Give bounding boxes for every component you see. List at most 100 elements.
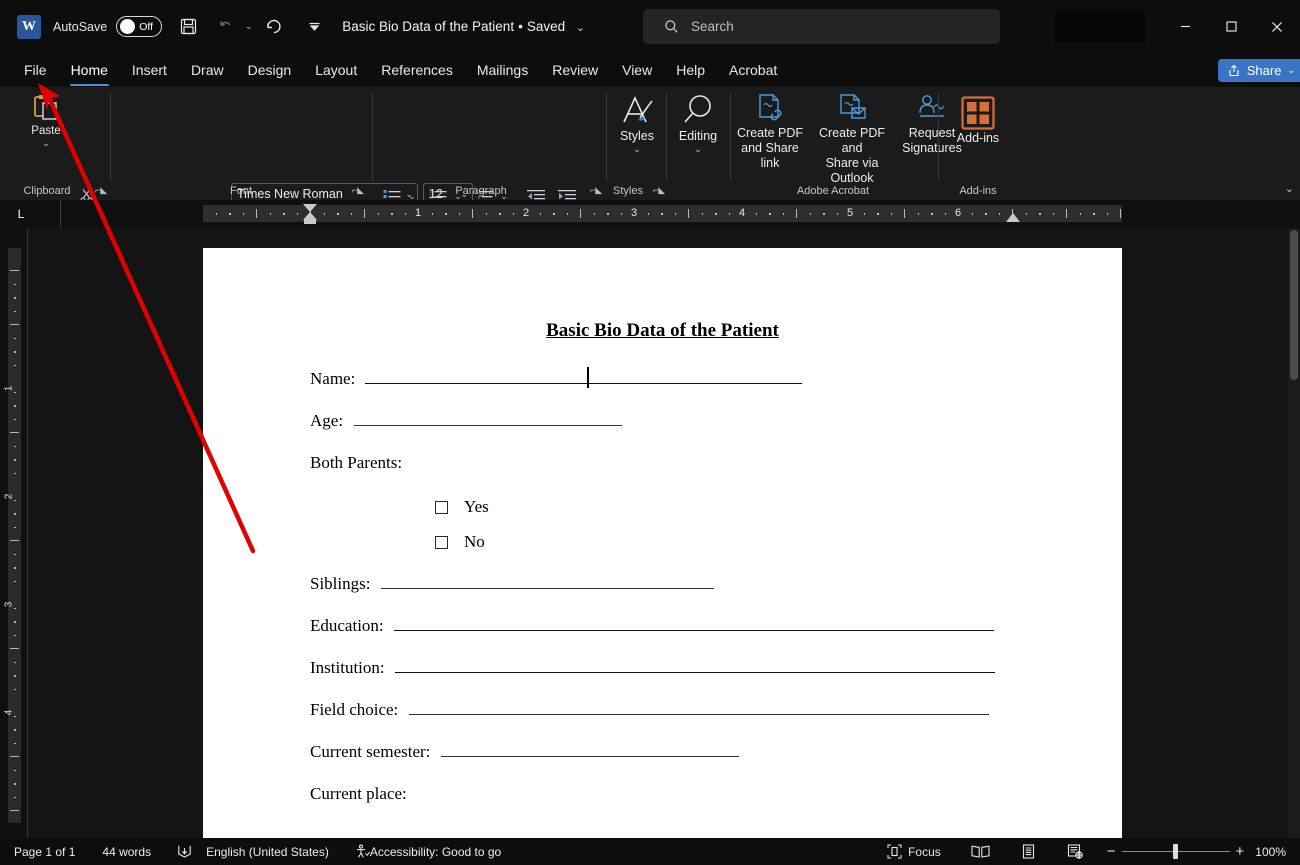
- search-icon: [664, 19, 679, 34]
- undo-dropdown-caret[interactable]: ⌄: [241, 11, 256, 42]
- share-button[interactable]: Share ⌄: [1217, 59, 1300, 82]
- styles-button[interactable]: Styles ⌄: [611, 92, 663, 155]
- vertical-ruler-tick: [10, 270, 19, 271]
- field-field-choice-blank[interactable]: [408, 714, 989, 715]
- paste-button[interactable]: Paste ⌄: [22, 93, 70, 167]
- ruler-number: 3: [630, 207, 638, 219]
- vertical-ruler-tick: [14, 729, 16, 731]
- styles-label: Styles: [619, 129, 655, 143]
- tab-mailings[interactable]: Mailings: [465, 53, 540, 87]
- tab-layout[interactable]: Layout: [303, 53, 369, 87]
- add-ins-button[interactable]: Add-ins: [948, 96, 1008, 145]
- minimize-button[interactable]: [1162, 0, 1208, 53]
- checkbox-no-label: No: [464, 532, 485, 551]
- ruler-tick: [755, 213, 757, 215]
- field-name[interactable]: Name:: [203, 367, 1122, 389]
- tab-help[interactable]: Help: [664, 53, 717, 87]
- zoom-out-button[interactable]: −: [1107, 843, 1116, 860]
- editing-caret[interactable]: ⌄: [694, 144, 702, 155]
- checkbox-no[interactable]: [435, 535, 448, 549]
- paste-dropdown-caret[interactable]: ⌄: [42, 138, 50, 149]
- vertical-scrollbar-thumb[interactable]: [1290, 230, 1298, 380]
- redo-icon[interactable]: [258, 11, 289, 42]
- document-canvas[interactable]: Basic Bio Data of the Patient Name: Age:…: [28, 228, 1300, 838]
- create-pdf-and-share-link-button[interactable]: Create PDF and Share link: [734, 93, 806, 171]
- tab-review[interactable]: Review: [540, 53, 610, 87]
- document-page[interactable]: Basic Bio Data of the Patient Name: Age:…: [203, 248, 1122, 838]
- checkbox-row-no[interactable]: No: [203, 532, 1122, 552]
- tab-draw[interactable]: Draw: [179, 53, 236, 87]
- vertical-scrollbar[interactable]: [1288, 228, 1300, 838]
- zoom-slider-thumb[interactable]: [1172, 844, 1178, 859]
- title-dropdown-caret[interactable]: ⌄: [576, 22, 585, 34]
- tab-stop-selector[interactable]: L: [10, 206, 32, 222]
- horizontal-ruler[interactable]: L 1 2 3 4 5 6: [0, 200, 1300, 228]
- zoom-in-button[interactable]: +: [1236, 843, 1245, 860]
- undo-icon[interactable]: [210, 11, 241, 42]
- document-title[interactable]: Basic Bio Data of the Patient • Saved ⌄: [342, 19, 585, 34]
- checkbox-yes[interactable]: [435, 500, 448, 514]
- ruler-tick: [728, 213, 730, 215]
- vertical-ruler[interactable]: 1 2 3 4: [0, 228, 28, 838]
- field-institution-blank[interactable]: [394, 672, 995, 673]
- share-caret[interactable]: ⌄: [1287, 65, 1295, 76]
- field-name-blank[interactable]: [364, 383, 802, 384]
- styles-caret[interactable]: ⌄: [633, 144, 641, 155]
- print-layout-icon[interactable]: [1021, 844, 1036, 859]
- tab-acrobat[interactable]: Acrobat: [717, 53, 789, 87]
- zoom-level[interactable]: 100%: [1255, 845, 1286, 859]
- accessibility-icon[interactable]: [355, 844, 370, 859]
- field-both-parents[interactable]: Both Parents:: [203, 453, 1122, 473]
- tab-home[interactable]: Home: [59, 53, 120, 87]
- language-status[interactable]: English (United States): [206, 845, 329, 859]
- styles-dialog-launcher[interactable]: ⌐◣: [653, 185, 665, 196]
- collapse-ribbon-caret[interactable]: ⌄: [1285, 182, 1294, 195]
- maximize-button[interactable]: [1208, 0, 1254, 53]
- word-count[interactable]: 44 words: [102, 845, 151, 859]
- autosave-toggle[interactable]: Off: [116, 16, 163, 37]
- tab-design[interactable]: Design: [236, 53, 304, 87]
- read-mode-icon[interactable]: [971, 844, 990, 859]
- field-age[interactable]: Age:: [203, 411, 1122, 431]
- page-count[interactable]: Page 1 of 1: [14, 845, 75, 859]
- field-education[interactable]: Education:: [203, 616, 1122, 636]
- tab-references[interactable]: References: [369, 53, 465, 87]
- field-siblings[interactable]: Siblings:: [203, 574, 1122, 594]
- field-age-blank[interactable]: [354, 425, 623, 426]
- ruler-tick: [877, 213, 879, 215]
- field-field-choice[interactable]: Field choice:: [203, 700, 1122, 720]
- customize-quick-access-icon[interactable]: [299, 11, 330, 42]
- clipboard-dialog-launcher[interactable]: ⌐◣: [95, 185, 107, 196]
- create-pdf-and-share-via-outlook-button[interactable]: Create PDF and Share via Outlook: [808, 93, 896, 186]
- vertical-ruler-tick: [10, 540, 19, 541]
- proofing-errors-icon[interactable]: [177, 844, 192, 859]
- font-dialog-launcher[interactable]: ⌐◣: [352, 185, 364, 196]
- field-current-semester[interactable]: Current semester:: [203, 742, 1122, 762]
- styles-icon: [623, 96, 653, 123]
- document-title-text: Basic Bio Data of the Patient: [342, 19, 515, 34]
- field-siblings-blank[interactable]: [380, 588, 714, 589]
- field-institution[interactable]: Institution:: [203, 658, 1122, 678]
- left-indent-marker[interactable]: [304, 219, 316, 224]
- vertical-ruler-tick: [14, 283, 16, 285]
- ruler-tick: [971, 213, 973, 215]
- ruler-tick: [350, 213, 352, 215]
- accessibility-status[interactable]: Accessibility: Good to go: [370, 845, 501, 859]
- tab-view[interactable]: View: [610, 53, 664, 87]
- web-layout-icon[interactable]: [1067, 844, 1083, 859]
- ruler-tick: [607, 213, 609, 215]
- field-current-semester-blank[interactable]: [440, 756, 739, 757]
- search-box[interactable]: Search: [643, 9, 1000, 44]
- focus-mode-button[interactable]: Focus: [887, 844, 941, 859]
- zoom-slider[interactable]: [1121, 838, 1230, 865]
- field-education-blank[interactable]: [393, 630, 994, 631]
- checkbox-row-yes[interactable]: Yes: [203, 497, 1122, 517]
- tab-file[interactable]: File: [12, 53, 59, 87]
- tab-insert[interactable]: Insert: [120, 53, 179, 87]
- field-current-place[interactable]: Current place:: [203, 784, 1122, 804]
- editing-button[interactable]: Editing ⌄: [671, 92, 725, 155]
- save-icon[interactable]: [173, 11, 204, 42]
- close-button[interactable]: [1254, 0, 1300, 53]
- vertical-ruler-tick: [14, 661, 16, 663]
- editing-magnifier-icon: [684, 95, 711, 123]
